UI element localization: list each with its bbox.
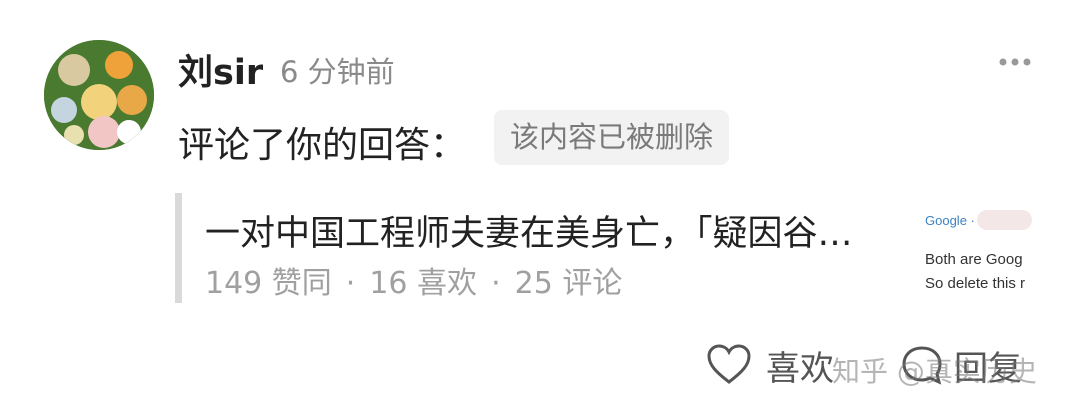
- comment-time: 6 分钟前: [280, 55, 395, 89]
- more-button[interactable]: [990, 52, 1040, 72]
- quoted-answer-thumbnail[interactable]: Google · Both are Goog So delete this r: [922, 205, 1042, 300]
- thumbnail-text-line: So delete this r: [925, 275, 1026, 292]
- thumbnail-text-line: Both are Goog: [925, 251, 1023, 268]
- favorites-count: 16 喜欢: [369, 266, 478, 301]
- comments-count: 25 评论: [514, 266, 623, 301]
- comment-action-text: 评论了你的回答：: [178, 125, 467, 166]
- watermark: 知乎 @真实历史: [832, 355, 1037, 388]
- username[interactable]: 刘sir: [178, 44, 263, 95]
- separator: ·: [491, 266, 501, 301]
- thumbnail-blurred-name: [977, 210, 1032, 230]
- like-label: 喜欢: [766, 348, 834, 389]
- heart-icon: [707, 344, 751, 384]
- separator: ·: [345, 266, 356, 301]
- quoted-answer-title[interactable]: 一对中国工程师夫妻在美身亡，「疑因谷…: [205, 205, 910, 256]
- avatar-image: [44, 40, 154, 150]
- like-button[interactable]: 喜欢: [706, 340, 834, 390]
- deleted-content-notice: 该内容已被删除: [494, 110, 730, 165]
- more-dots-icon: [999, 58, 1031, 66]
- likes-count: 149 赞同: [205, 266, 332, 301]
- avatar[interactable]: [44, 40, 154, 150]
- quoted-answer-stats: 149 赞同 · 16 喜欢 · 25 评论: [205, 258, 622, 302]
- quote-bar: [175, 193, 182, 303]
- thumbnail-google-label: Google ·: [925, 213, 975, 228]
